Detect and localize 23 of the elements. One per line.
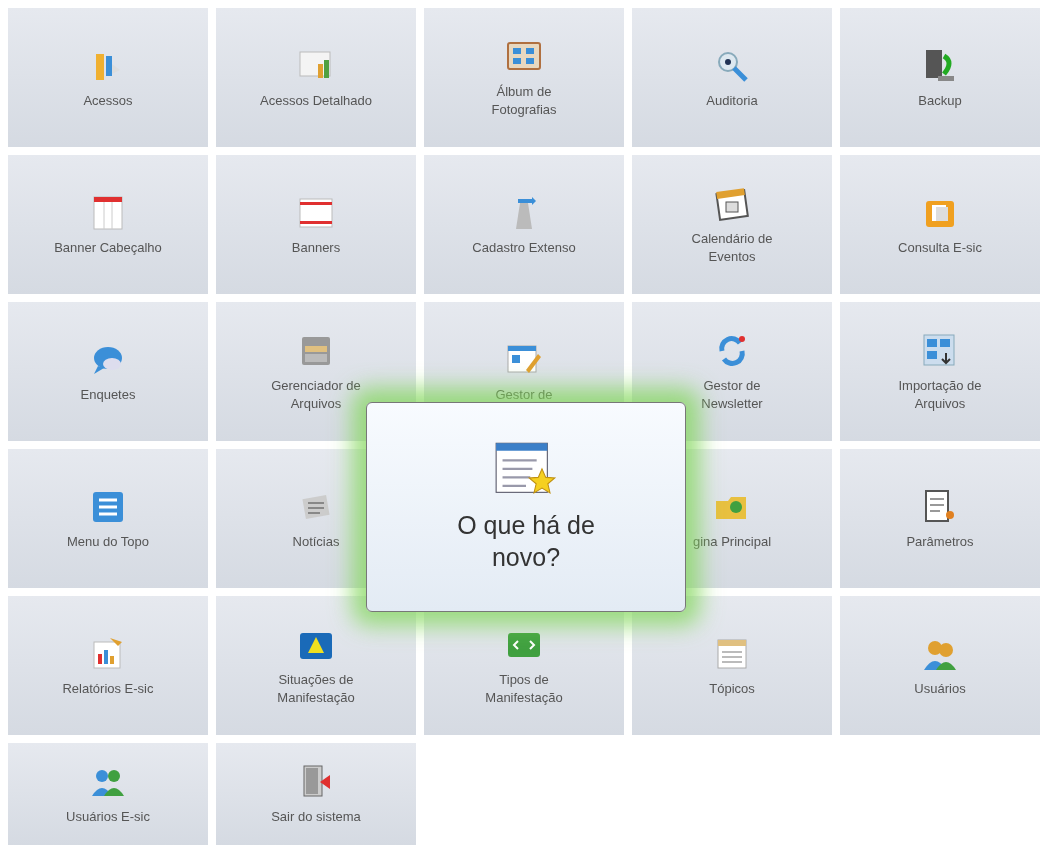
menu-tile[interactable]: Enquetes: [8, 302, 208, 441]
menu-tile[interactable]: Banners: [216, 155, 416, 294]
menu-tile[interactable]: Relatórios E-sic: [8, 596, 208, 735]
menu-tile[interactable]: Cadastro Extenso: [424, 155, 624, 294]
menu-tile[interactable]: Álbum de Fotografias: [424, 8, 624, 147]
menu-tile[interactable]: Auditoria: [632, 8, 832, 147]
menu-tile[interactable]: Gerenciador de Arquivos: [216, 302, 416, 441]
menu-tile[interactable]: Backup: [840, 8, 1040, 147]
menu-tile[interactable]: Menu do Topo: [8, 449, 208, 588]
menu-tile[interactable]: Usuários E-sic: [8, 743, 208, 845]
menu-tile[interactable]: Gestor de Newsletter: [632, 302, 832, 441]
menu-tile[interactable]: Usuários: [840, 596, 1040, 735]
menu-tile[interactable]: Importação de Arquivos: [840, 302, 1040, 441]
menu-tile[interactable]: Acessos Detalhado: [216, 8, 416, 147]
menu-tile[interactable]: Acessos: [8, 8, 208, 147]
menu-tile[interactable]: Parâmetros: [840, 449, 1040, 588]
menu-tile[interactable]: Tópicos: [632, 596, 832, 735]
menu-tile[interactable]: Situações de Manifestação: [216, 596, 416, 735]
menu-tile[interactable]: Calendário de Eventos: [632, 155, 832, 294]
menu-tile[interactable]: Sair do sistema: [216, 743, 416, 845]
whats-new-dialog[interactable]: O que há de novo?: [366, 402, 686, 612]
menu-tile[interactable]: Banner Cabeçalho: [8, 155, 208, 294]
menu-tile[interactable]: Consulta E-sic: [840, 155, 1040, 294]
